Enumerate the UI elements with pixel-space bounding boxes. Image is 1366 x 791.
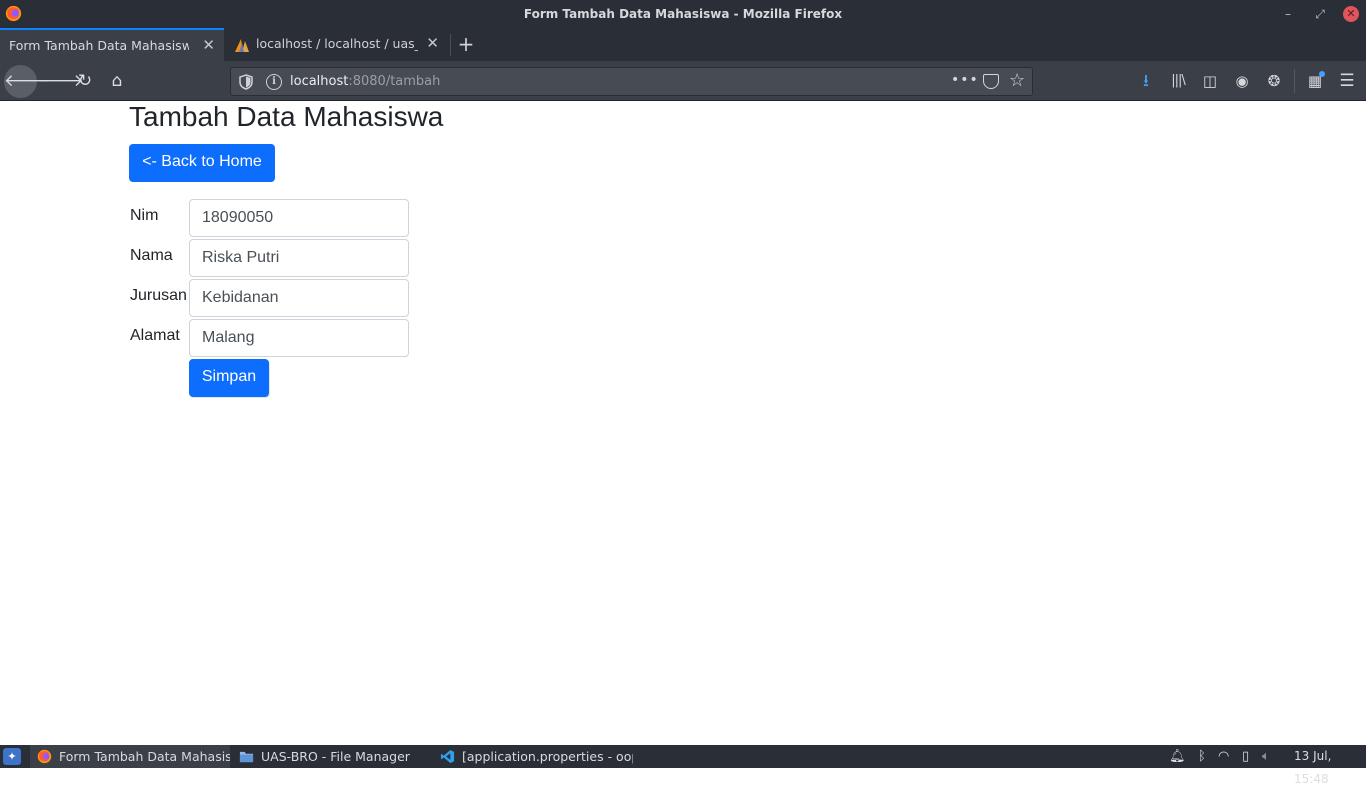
pocket-icon[interactable]: [983, 74, 999, 89]
navigation-toolbar: 🡐 🡒 ↻ ⌂ i localhost:8080/tambah ••• ☆ ⭳ …: [0, 61, 1366, 101]
tab-phpmyadmin[interactable]: localhost / localhost / uas_oop ✕: [226, 28, 448, 61]
alamat-input[interactable]: Malang: [189, 319, 409, 357]
page-title: Tambah Data Mahasiswa: [129, 101, 444, 132]
sidebar-icon[interactable]: ◫: [1200, 71, 1220, 91]
firefox-icon: [37, 749, 52, 764]
page-actions-icon[interactable]: •••: [951, 72, 979, 88]
taskbar-item-file-manager[interactable]: UAS-BRO - File Manager: [232, 745, 432, 768]
page-content: Tambah Data Mahasiswa <- Back to Home Ni…: [0, 102, 1366, 745]
wifi-icon[interactable]: ◠: [1218, 745, 1229, 768]
url-path: :8080/tambah: [348, 74, 441, 89]
jurusan-label: Jurusan: [130, 287, 187, 304]
url-host: localhost: [290, 74, 349, 89]
tab-close-icon[interactable]: ✕: [426, 34, 439, 52]
forward-arrow-icon[interactable]: 🡒: [38, 66, 84, 96]
toolbar-separator: [1294, 69, 1295, 93]
vscode-icon: [440, 749, 455, 764]
nama-input[interactable]: Riska Putri: [189, 239, 409, 277]
url-bar[interactable]: i localhost:8080/tambah ••• ☆: [230, 67, 1033, 96]
nama-label: Nama: [130, 247, 173, 264]
nim-label: Nim: [130, 207, 159, 224]
reload-icon[interactable]: ↻: [70, 66, 100, 96]
phpmyadmin-sail-icon: [235, 39, 249, 52]
home-icon[interactable]: ⌂: [102, 66, 132, 96]
url-text[interactable]: localhost:8080/tambah: [290, 74, 440, 89]
nim-input[interactable]: 18090050: [189, 199, 409, 237]
notification-bell-icon[interactable]: 🔔︎: [1169, 745, 1186, 768]
minimize-icon[interactable]: –: [1279, 5, 1297, 23]
hamburger-menu-icon[interactable]: ☰: [1337, 71, 1357, 91]
notification-dot: [1319, 71, 1325, 77]
gift-icon[interactable]: ▦: [1305, 71, 1325, 91]
system-taskbar: ✦ Form Tambah Data Mahasis... UAS-BRO - …: [0, 745, 1366, 786]
battery-icon[interactable]: ▯: [1242, 745, 1249, 768]
tab-form-tambah[interactable]: Form Tambah Data Mahasiswa ✕: [0, 28, 224, 61]
taskbar-item-label: UAS-BRO - File Manager: [261, 749, 410, 764]
info-icon[interactable]: i: [266, 74, 282, 90]
simpan-button[interactable]: Simpan: [189, 359, 269, 397]
new-tab-icon[interactable]: +: [455, 31, 477, 57]
tab-label: Form Tambah Data Mahasiswa: [9, 38, 189, 53]
tab-strip: Form Tambah Data Mahasiswa ✕ localhost /…: [0, 28, 1366, 61]
taskbar-item-label: Form Tambah Data Mahasis...: [59, 749, 230, 764]
taskbar-item-label: [application.properties - oop...: [462, 749, 633, 764]
account-icon[interactable]: ◉: [1232, 71, 1252, 91]
tab-close-icon[interactable]: ✕: [202, 36, 215, 54]
window-titlebar: Form Tambah Data Mahasiswa - Mozilla Fir…: [0, 0, 1366, 28]
folder-icon: [239, 751, 254, 763]
tab-label: localhost / localhost / uas_oop: [256, 36, 418, 51]
taskbar-item-firefox[interactable]: Form Tambah Data Mahasis...: [30, 745, 230, 768]
jurusan-input[interactable]: Kebidanan: [189, 279, 409, 317]
start-menu-icon[interactable]: ✦: [3, 748, 21, 765]
download-icon[interactable]: ⭳: [1136, 71, 1156, 91]
back-arrow-icon[interactable]: 🡐: [4, 65, 50, 98]
bluetooth-icon[interactable]: ᛒ: [1198, 745, 1206, 768]
tab-separator: [450, 34, 451, 56]
back-to-home-button[interactable]: <- Back to Home: [129, 144, 275, 182]
volume-muted-icon[interactable]: 🔈︎: [1262, 745, 1270, 768]
maximize-icon[interactable]: ⤢: [1311, 5, 1329, 23]
library-icon[interactable]: |||\: [1168, 71, 1188, 91]
window-title: Form Tambah Data Mahasiswa - Mozilla Fir…: [523, 7, 843, 21]
alamat-label: Alamat: [130, 327, 180, 344]
close-window-icon[interactable]: ✕: [1343, 6, 1359, 22]
cookie-icon[interactable]: ❂: [1264, 71, 1284, 91]
shield-icon[interactable]: [239, 74, 253, 90]
star-icon[interactable]: ☆: [1009, 70, 1025, 91]
taskbar-item-vscode[interactable]: [application.properties - oop...: [433, 745, 633, 768]
clock[interactable]: 13 Jul, 15:48: [1294, 745, 1366, 786]
